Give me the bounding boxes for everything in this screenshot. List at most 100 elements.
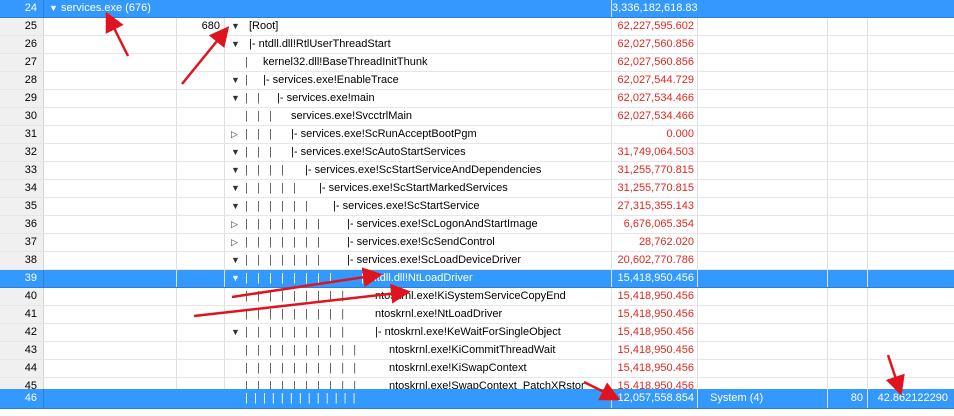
weight-cell: 62,027,560.856 (612, 54, 698, 71)
table-row[interactable]: 32 ▼ | | | |- services.exe!ScAutoStartServi… (0, 144, 954, 162)
collapse-icon[interactable]: ▼ (231, 18, 240, 35)
stack-cell: ▼ | | | | |- services.exe!ScStartServiceAn… (225, 162, 612, 179)
collapse-icon[interactable]: ▼ (231, 144, 240, 161)
tree-guides: | | | | | | | | (245, 272, 333, 284)
function-label: ntoskrnl.exe!KiSwapContext (389, 362, 527, 374)
collapse-icon[interactable]: ▼ (231, 72, 240, 89)
system-row[interactable]: 46 | | | | | | | | | | | | | 12,057,558.… (0, 389, 954, 409)
stack-cell: | | | | | | | | | | ntoskrnl.exe!KiSwapCo… (225, 360, 612, 377)
empty-cell (868, 198, 954, 215)
empty-cell (698, 198, 828, 215)
process-cell (45, 306, 177, 323)
weight-cell: 15,418,950.456 (612, 342, 698, 359)
function-name: |- ntdll.dll!RtlUserThreadStart (249, 36, 391, 53)
tree-guides: | | | | | | | | | (245, 326, 345, 338)
process-cell (45, 324, 177, 341)
table-row[interactable]: 38 ▼ | | | | | | | |- services.exe!ScLoadDe… (0, 252, 954, 270)
process-cell (45, 360, 177, 377)
tree-guides: | | | | | | | | | (245, 290, 345, 302)
table-row[interactable]: 33 ▼ | | | | |- services.exe!ScStartService… (0, 162, 954, 180)
empty-cell (868, 288, 954, 305)
table-row[interactable]: 39 ▼ | | | | | | | | |- ntdll.dll!NtLoadDri… (0, 270, 954, 288)
tree-guides: | | | | | | (245, 200, 308, 212)
id-cell (177, 324, 225, 341)
row-number: 34 (0, 180, 44, 197)
function-label: services.exe!ScStartService (342, 200, 480, 212)
table-row[interactable]: 42 ▼ | | | | | | | | | |- ntoskrnl.exe!KeWa… (0, 324, 954, 342)
collapse-icon[interactable]: ▼ (231, 324, 240, 341)
branch-prefix: |- (263, 74, 273, 86)
tree-guides: | | | | | (245, 182, 296, 194)
function-name: |- services.exe!ScSendControl (347, 234, 495, 251)
process-cell (45, 198, 177, 215)
collapse-icon[interactable]: ▼ (231, 180, 240, 197)
collapse-icon[interactable]: ▼ (231, 198, 240, 215)
collapse-icon[interactable]: ▼ (231, 162, 240, 179)
function-name: kernel32.dll!BaseThreadInitThunk (263, 54, 427, 71)
weight-cell: 15,418,950.456 (612, 360, 698, 377)
empty-cell (868, 144, 954, 161)
empty-cell (698, 216, 828, 233)
function-label: services.exe!ScAutoStartServices (300, 146, 466, 158)
table-row[interactable]: 27 | kernel32.dll!BaseThreadInitThunk 62,02… (0, 54, 954, 72)
empty-cell (868, 234, 954, 251)
branch-prefix: |- (291, 128, 301, 140)
process-cell (45, 36, 177, 53)
table-row[interactable]: 43 | | | | | | | | | | ntoskrnl.exe!KiComm… (0, 342, 954, 360)
function-label: ntoskrnl.exe!NtLoadDriver (375, 308, 503, 320)
table-row[interactable]: 41 | | | | | | | | | ntoskrnl.exe!NtLoadDr… (0, 306, 954, 324)
row-number: 26 (0, 36, 44, 53)
table-row[interactable]: 31 ▷ | | | |- services.exe!ScRunAcceptBootP… (0, 126, 954, 144)
function-label: services.exe!main (286, 92, 375, 104)
empty-cell (868, 270, 954, 287)
branch-prefix: |- (277, 92, 287, 104)
table-row[interactable]: 25 680 ▼ [Root] 62,227,595.602 (0, 18, 954, 36)
process-cell (45, 90, 177, 107)
empty-cell (698, 90, 828, 107)
tree-guides: | | | | | | | (245, 218, 321, 230)
empty-cell (698, 342, 828, 359)
table-row[interactable]: 28 ▼ | |- services.exe!EnableTrace 62,027,54… (0, 72, 954, 90)
row-number: 36 (0, 216, 44, 233)
table-row[interactable]: 44 | | | | | | | | | | ntoskrnl.exe!KiSwap… (0, 360, 954, 378)
tree-guides: | | | | | | | | | | (245, 362, 357, 374)
weight-cell: 27,315,355.143 (612, 198, 698, 215)
process-cell[interactable]: ▼ services.exe (676) (45, 0, 612, 17)
collapse-icon[interactable]: ▼ (231, 252, 240, 269)
empty-cell (828, 144, 868, 161)
function-label: ntoskrnl.exe!KiCommitThreadWait (389, 344, 556, 356)
collapse-icon[interactable]: ▼ (231, 90, 240, 107)
row-number: 25 (0, 18, 44, 35)
table-row[interactable]: 34 ▼ | | | | | |- services.exe!ScStartMarke… (0, 180, 954, 198)
table-row[interactable]: 40 | | | | | | | | | ntoskrnl.exe!KiSystem… (0, 288, 954, 306)
table-row[interactable]: 36 ▷ | | | | | | | |- services.exe!ScLogonA… (0, 216, 954, 234)
weight-cell: 6,676,065.354 (612, 216, 698, 233)
expand-icon[interactable]: ▷ (231, 216, 238, 233)
expand-icon[interactable]: ▷ (231, 126, 238, 143)
empty-cell (698, 108, 828, 125)
process-row[interactable]: 24 ▼ services.exe (676) 3,336,182,618.83… (0, 0, 954, 18)
table-row[interactable]: 29 ▼ | | |- services.exe!main 62,027,534.466 (0, 90, 954, 108)
weight-cell: 12,057,558.854 (612, 389, 698, 408)
collapse-icon[interactable]: ▼ (231, 270, 240, 287)
collapse-icon[interactable]: ▼ (231, 36, 240, 53)
row-number: 38 (0, 252, 44, 269)
stack-cell: ▼ | | | | | | | | | |- ntoskrnl.exe!KeWait… (225, 324, 612, 341)
table-row[interactable]: 37 ▷ | | | | | | | |- services.exe!ScSendCo… (0, 234, 954, 252)
tree-guides: | | | (245, 146, 272, 158)
table-row[interactable]: 26 ▼ |- ntdll.dll!RtlUserThreadStart 62,027… (0, 36, 954, 54)
empty-cell (698, 270, 828, 287)
id-cell (177, 306, 225, 323)
tree-guides: | (245, 56, 248, 68)
empty-cell (698, 360, 828, 377)
expand-toggle-icon[interactable]: ▼ (49, 3, 58, 13)
table-row[interactable]: 30 | | | services.exe!SvcctrlMain 62,027,53… (0, 108, 954, 126)
stack-cell: ▷ | | | | | | | |- services.exe!ScLogonAnd… (225, 216, 612, 233)
weight-cell: 0.000 (612, 126, 698, 143)
expand-icon[interactable]: ▷ (231, 234, 238, 251)
function-name: ntoskrnl.exe!KiCommitThreadWait (389, 342, 555, 359)
tree-guides: | (245, 74, 248, 86)
table-row[interactable]: 35 ▼ | | | | | | |- services.exe!ScStartSer… (0, 198, 954, 216)
empty-cell (828, 108, 868, 125)
function-name: |- services.exe!ScStartServiceAndDepende… (305, 162, 541, 179)
